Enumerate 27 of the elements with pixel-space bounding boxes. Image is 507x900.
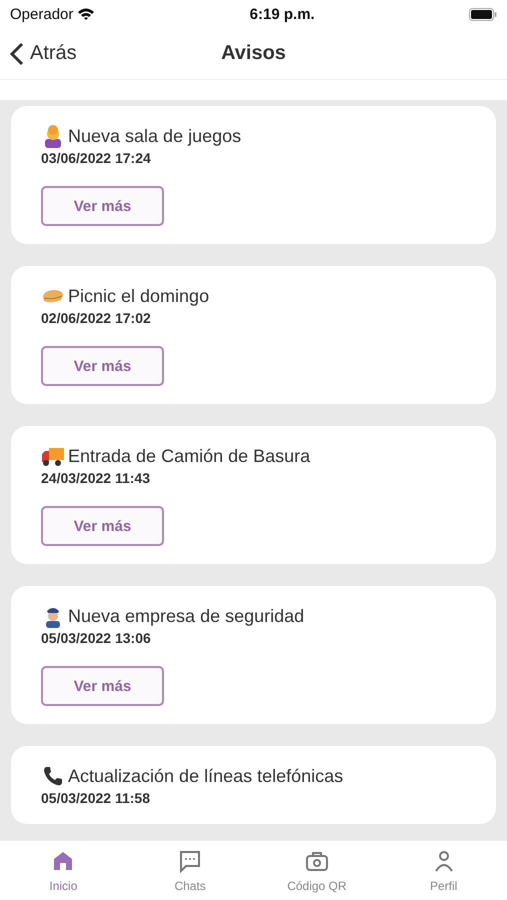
chevron-left-icon (10, 42, 24, 66)
notice-date: 02/06/2022 17:02 (41, 310, 152, 326)
notice-title: Picnic el domingo (68, 286, 210, 306)
screen-title: Avisos (221, 42, 286, 65)
see-more-button[interactable]: Ver más (41, 186, 164, 226)
notice-date: 05/03/2022 13:06 (41, 630, 152, 646)
carrier-name: Operador (10, 6, 74, 22)
tab-bar-item[interactable]: Chats (126, 841, 254, 900)
tab-bar-item[interactable]: Inicio (0, 841, 127, 900)
see-more-button[interactable]: Ver más (41, 666, 164, 706)
phone-icon (41, 764, 65, 788)
see-more-button[interactable]: Ver más (41, 506, 164, 546)
notice-title: Actualización de líneas telefónicas (68, 766, 344, 786)
wifi-icon (77, 7, 96, 21)
battery-icon (469, 8, 497, 20)
notice-title: Nueva empresa de seguridad (68, 606, 304, 626)
status-time: 6:19 p.m. (250, 6, 315, 22)
notice-title: Entrada de Camión de Basura (68, 446, 310, 466)
notice-date: 03/06/2022 17:24 (41, 150, 152, 166)
notice-date: 05/03/2022 11:58 (41, 790, 151, 806)
see-more-button[interactable]: Ver más (41, 346, 164, 386)
back-link[interactable]: Atrás (10, 42, 77, 66)
tab-bar-item[interactable]: Código QR (254, 841, 380, 900)
notice-title: Nueva sala de juegos (68, 126, 242, 146)
chat-icon (178, 848, 202, 872)
notice-date: 24/03/2022 11:43 (41, 470, 151, 486)
tab-bar-item[interactable]: Perfil (380, 841, 507, 900)
